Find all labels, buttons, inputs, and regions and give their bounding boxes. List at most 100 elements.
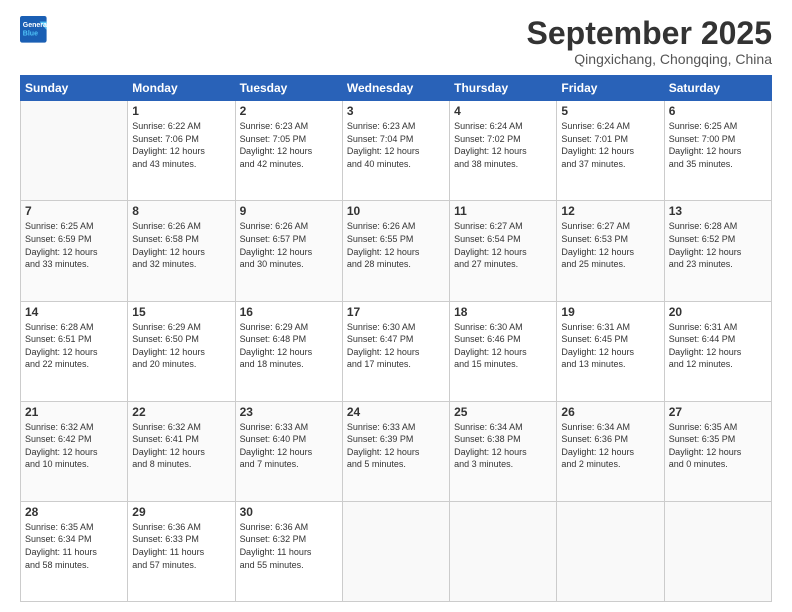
day-number: 28: [25, 505, 123, 519]
calendar-cell: 12 Sunrise: 6:27 AM Sunset: 6:53 PM Dayli…: [557, 201, 664, 301]
day-number: 27: [669, 405, 767, 419]
logo: General Blue: [20, 16, 48, 44]
day-number: 7: [25, 204, 123, 218]
day-info: Sunrise: 6:31 AM Sunset: 6:44 PM Dayligh…: [669, 321, 767, 371]
logo-icon: General Blue: [20, 16, 48, 44]
calendar-cell: 1 Sunrise: 6:22 AM Sunset: 7:06 PM Daylig…: [128, 101, 235, 201]
calendar-week-3: 21 Sunrise: 6:32 AM Sunset: 6:42 PM Dayli…: [21, 401, 772, 501]
day-number: 20: [669, 305, 767, 319]
calendar-week-4: 28 Sunrise: 6:35 AM Sunset: 6:34 PM Dayli…: [21, 501, 772, 601]
calendar-header-tuesday: Tuesday: [235, 76, 342, 101]
day-info: Sunrise: 6:34 AM Sunset: 6:36 PM Dayligh…: [561, 421, 659, 471]
day-info: Sunrise: 6:25 AM Sunset: 6:59 PM Dayligh…: [25, 220, 123, 270]
title-block: September 2025 Qingxichang, Chongqing, C…: [527, 16, 772, 67]
day-info: Sunrise: 6:25 AM Sunset: 7:00 PM Dayligh…: [669, 120, 767, 170]
svg-text:Blue: Blue: [23, 31, 38, 38]
day-info: Sunrise: 6:30 AM Sunset: 6:46 PM Dayligh…: [454, 321, 552, 371]
day-number: 15: [132, 305, 230, 319]
day-info: Sunrise: 6:28 AM Sunset: 6:51 PM Dayligh…: [25, 321, 123, 371]
day-info: Sunrise: 6:30 AM Sunset: 6:47 PM Dayligh…: [347, 321, 445, 371]
calendar-cell: [450, 501, 557, 601]
day-number: 13: [669, 204, 767, 218]
day-info: Sunrise: 6:26 AM Sunset: 6:55 PM Dayligh…: [347, 220, 445, 270]
day-info: Sunrise: 6:29 AM Sunset: 6:48 PM Dayligh…: [240, 321, 338, 371]
day-number: 1: [132, 104, 230, 118]
day-info: Sunrise: 6:33 AM Sunset: 6:40 PM Dayligh…: [240, 421, 338, 471]
day-number: 22: [132, 405, 230, 419]
calendar-header-monday: Monday: [128, 76, 235, 101]
calendar-cell: 28 Sunrise: 6:35 AM Sunset: 6:34 PM Dayli…: [21, 501, 128, 601]
calendar-cell: 16 Sunrise: 6:29 AM Sunset: 6:48 PM Dayli…: [235, 301, 342, 401]
calendar-cell: 26Sunrise: 6:34 AM Sunset: 6:36 PM Dayli…: [557, 401, 664, 501]
day-number: 29: [132, 505, 230, 519]
calendar-cell: 20 Sunrise: 6:31 AM Sunset: 6:44 PM Dayli…: [664, 301, 771, 401]
calendar-cell: 15 Sunrise: 6:29 AM Sunset: 6:50 PM Dayli…: [128, 301, 235, 401]
day-number: 25: [454, 405, 552, 419]
day-number: 3: [347, 104, 445, 118]
day-number: 23: [240, 405, 338, 419]
calendar-cell: 24 Sunrise: 6:33 AM Sunset: 6:39 PM Dayli…: [342, 401, 449, 501]
main-title: September 2025: [527, 16, 772, 51]
day-info: Sunrise: 6:36 AM Sunset: 6:32 PM Dayligh…: [240, 521, 338, 571]
day-info: Sunrise: 6:27 AM Sunset: 6:53 PM Dayligh…: [561, 220, 659, 270]
calendar-cell: 29 Sunrise: 6:36 AM Sunset: 6:33 PM Dayli…: [128, 501, 235, 601]
day-info: Sunrise: 6:35 AM Sunset: 6:34 PM Dayligh…: [25, 521, 123, 571]
calendar-cell: 22 Sunrise: 6:32 AM Sunset: 6:41 PM Dayli…: [128, 401, 235, 501]
day-number: 8: [132, 204, 230, 218]
day-info: Sunrise: 6:29 AM Sunset: 6:50 PM Dayligh…: [132, 321, 230, 371]
svg-text:General: General: [23, 22, 48, 29]
calendar-cell: 30 Sunrise: 6:36 AM Sunset: 6:32 PM Dayli…: [235, 501, 342, 601]
calendar-week-0: 1 Sunrise: 6:22 AM Sunset: 7:06 PM Daylig…: [21, 101, 772, 201]
calendar-cell: 5 Sunrise: 6:24 AM Sunset: 7:01 PM Daylig…: [557, 101, 664, 201]
calendar-cell: 8 Sunrise: 6:26 AM Sunset: 6:58 PM Daylig…: [128, 201, 235, 301]
calendar-cell: 4Sunrise: 6:24 AM Sunset: 7:02 PM Daylig…: [450, 101, 557, 201]
calendar-cell: 27 Sunrise: 6:35 AM Sunset: 6:35 PM Dayli…: [664, 401, 771, 501]
day-number: 21: [25, 405, 123, 419]
day-info: Sunrise: 6:32 AM Sunset: 6:42 PM Dayligh…: [25, 421, 123, 471]
day-number: 16: [240, 305, 338, 319]
day-info: Sunrise: 6:23 AM Sunset: 7:05 PM Dayligh…: [240, 120, 338, 170]
calendar-week-2: 14 Sunrise: 6:28 AM Sunset: 6:51 PM Dayli…: [21, 301, 772, 401]
calendar-table: SundayMondayTuesdayWednesdayThursdayFrid…: [20, 75, 772, 602]
calendar-cell: [557, 501, 664, 601]
calendar-header-row: SundayMondayTuesdayWednesdayThursdayFrid…: [21, 76, 772, 101]
day-info: Sunrise: 6:26 AM Sunset: 6:58 PM Dayligh…: [132, 220, 230, 270]
calendar-header-sunday: Sunday: [21, 76, 128, 101]
day-number: 6: [669, 104, 767, 118]
day-info: Sunrise: 6:32 AM Sunset: 6:41 PM Dayligh…: [132, 421, 230, 471]
calendar-cell: 9 Sunrise: 6:26 AM Sunset: 6:57 PM Daylig…: [235, 201, 342, 301]
day-number: 10: [347, 204, 445, 218]
day-info: Sunrise: 6:35 AM Sunset: 6:35 PM Dayligh…: [669, 421, 767, 471]
calendar-cell: 6 Sunrise: 6:25 AM Sunset: 7:00 PM Daylig…: [664, 101, 771, 201]
calendar-week-1: 7 Sunrise: 6:25 AM Sunset: 6:59 PM Daylig…: [21, 201, 772, 301]
day-number: 5: [561, 104, 659, 118]
day-number: 9: [240, 204, 338, 218]
calendar-cell: 11Sunrise: 6:27 AM Sunset: 6:54 PM Dayli…: [450, 201, 557, 301]
day-info: Sunrise: 6:33 AM Sunset: 6:39 PM Dayligh…: [347, 421, 445, 471]
calendar-cell: 25Sunrise: 6:34 AM Sunset: 6:38 PM Dayli…: [450, 401, 557, 501]
day-info: Sunrise: 6:24 AM Sunset: 7:01 PM Dayligh…: [561, 120, 659, 170]
day-number: 24: [347, 405, 445, 419]
day-number: 12: [561, 204, 659, 218]
calendar-cell: 13 Sunrise: 6:28 AM Sunset: 6:52 PM Dayli…: [664, 201, 771, 301]
calendar-header-wednesday: Wednesday: [342, 76, 449, 101]
calendar-cell: 14 Sunrise: 6:28 AM Sunset: 6:51 PM Dayli…: [21, 301, 128, 401]
day-number: 19: [561, 305, 659, 319]
day-info: Sunrise: 6:31 AM Sunset: 6:45 PM Dayligh…: [561, 321, 659, 371]
calendar-cell: [342, 501, 449, 601]
day-info: Sunrise: 6:22 AM Sunset: 7:06 PM Dayligh…: [132, 120, 230, 170]
day-info: Sunrise: 6:23 AM Sunset: 7:04 PM Dayligh…: [347, 120, 445, 170]
calendar-cell: [664, 501, 771, 601]
calendar-cell: 2Sunrise: 6:23 AM Sunset: 7:05 PM Daylig…: [235, 101, 342, 201]
calendar-header-thursday: Thursday: [450, 76, 557, 101]
day-info: Sunrise: 6:24 AM Sunset: 7:02 PM Dayligh…: [454, 120, 552, 170]
day-number: 30: [240, 505, 338, 519]
calendar-cell: 18Sunrise: 6:30 AM Sunset: 6:46 PM Dayli…: [450, 301, 557, 401]
day-info: Sunrise: 6:36 AM Sunset: 6:33 PM Dayligh…: [132, 521, 230, 571]
day-info: Sunrise: 6:26 AM Sunset: 6:57 PM Dayligh…: [240, 220, 338, 270]
day-number: 14: [25, 305, 123, 319]
calendar-cell: 3 Sunrise: 6:23 AM Sunset: 7:04 PM Daylig…: [342, 101, 449, 201]
calendar-cell: 7 Sunrise: 6:25 AM Sunset: 6:59 PM Daylig…: [21, 201, 128, 301]
day-info: Sunrise: 6:28 AM Sunset: 6:52 PM Dayligh…: [669, 220, 767, 270]
calendar-cell: 19 Sunrise: 6:31 AM Sunset: 6:45 PM Dayli…: [557, 301, 664, 401]
